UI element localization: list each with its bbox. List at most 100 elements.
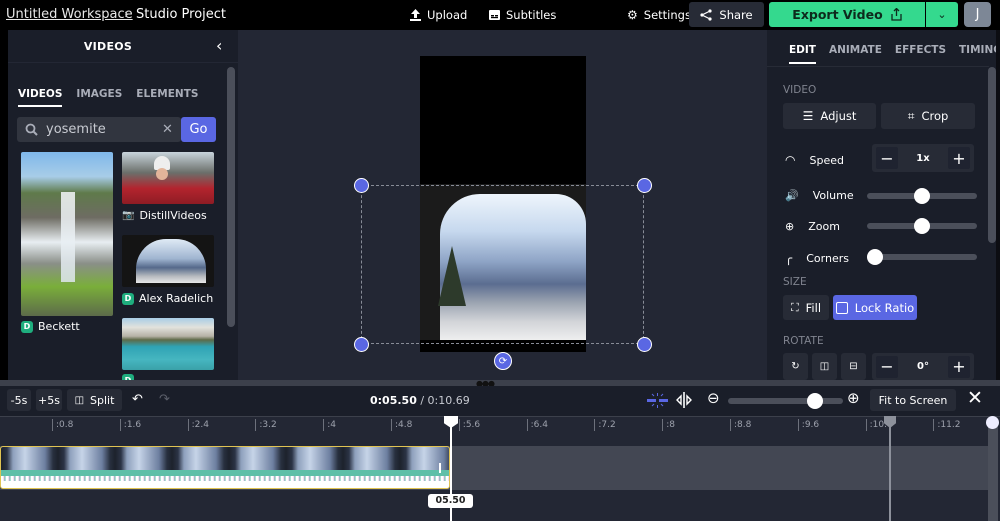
upload-button[interactable]: Upload (410, 0, 467, 30)
tab-timing[interactable]: TIMING (959, 44, 1000, 64)
tab-elements[interactable]: ELEMENTS (136, 88, 198, 107)
tab-images[interactable]: IMAGES (76, 88, 122, 107)
rotate-handle[interactable]: ⟳ (494, 352, 512, 370)
undo-icon[interactable]: ↶ (132, 392, 143, 407)
skip-back-5s-button[interactable]: -5s (7, 389, 31, 411)
export-video-button[interactable]: Export Video (769, 2, 925, 27)
redo-icon[interactable]: ↷ (159, 392, 170, 407)
resize-handle-bottom-left[interactable] (354, 337, 369, 352)
corners-slider-knob[interactable] (867, 249, 883, 265)
breadcrumb-separator: › (124, 7, 129, 21)
video-thumbnail-person[interactable] (122, 152, 214, 204)
tab-edit[interactable]: EDIT (789, 44, 816, 64)
subtitles-button[interactable]: Subtitles (489, 0, 556, 30)
rotation-increase-button[interactable]: + (948, 355, 970, 378)
video-clip[interactable] (0, 446, 450, 489)
export-options-dropdown[interactable]: ⌄ (926, 2, 958, 27)
search-box: ✕ (17, 117, 181, 142)
tab-animate[interactable]: ANIMATE (829, 44, 882, 64)
tab-videos[interactable]: VIDEOS (18, 88, 63, 107)
ruler-tick: :8.8 (730, 419, 751, 431)
close-timeline-icon[interactable]: ✕ (967, 387, 983, 409)
timeline-scroll-knob[interactable] (986, 416, 999, 429)
section-video: VIDEO (783, 84, 817, 96)
resize-handle-bottom-right[interactable] (637, 337, 652, 352)
flip-vertical-button[interactable]: ⊟ (841, 353, 866, 380)
go-button[interactable]: Go (181, 117, 216, 142)
time-ruler[interactable]: :0.8:1.6:2.4:3.2:4:4.8:5.6:6.4:7.2:8:8.8… (0, 416, 1000, 432)
breadcrumb-workspace[interactable]: Untitled Workspace (6, 7, 133, 22)
volume-slider-knob[interactable] (914, 188, 930, 204)
ruler-tick: :5.6 (458, 419, 480, 431)
collapse-panel-icon[interactable]: ‹ (216, 36, 222, 55)
section-rotate: ROTATE (783, 335, 824, 347)
rotate-button[interactable]: ↻ (783, 353, 808, 380)
audio-waveform-detail (1, 476, 449, 481)
camera-icon: 📷 (122, 210, 135, 221)
flip-horizontal-button[interactable]: ◫ (812, 353, 837, 380)
properties-panel: EDIT ANIMATE EFFECTS TIMING VIDEO ☰ Adju… (767, 30, 1000, 380)
zoom-slider[interactable] (867, 218, 977, 234)
clear-search-icon[interactable]: ✕ (162, 122, 173, 137)
skip-forward-5s-button[interactable]: +5s (36, 389, 62, 411)
ruler-tick: :2.4 (187, 419, 209, 431)
user-avatar[interactable]: J (964, 2, 991, 27)
video-thumbnail-waterfall[interactable] (21, 152, 113, 316)
zoom-in-icon[interactable]: ⊕ (847, 389, 860, 407)
corners-row: ╭ Corners (785, 251, 849, 265)
corner-radius-icon: ╭ (785, 251, 793, 265)
zoom-in-icon: ⊕ (785, 220, 795, 233)
adjust-button[interactable]: ☰ Adjust (783, 103, 876, 129)
video-thumbnail-tunnel[interactable] (122, 235, 214, 287)
top-bar: Untitled Workspace › Studio Project Uplo… (0, 0, 1000, 30)
current-time: 0:05.50 (370, 394, 417, 407)
subtitles-label: Subtitles (506, 8, 557, 22)
waterfall (61, 192, 75, 282)
clip-trim-handle[interactable] (439, 463, 441, 473)
crop-icon: ⌗ (907, 108, 915, 123)
fit-to-screen-button[interactable]: Fit to Screen (870, 389, 956, 411)
tab-effects[interactable]: EFFECTS (895, 44, 946, 64)
panel-scrollbar[interactable] (988, 67, 996, 243)
fill-button[interactable]: ⛶ Fill (783, 295, 829, 320)
playhead-time-label: 05.50 (428, 494, 473, 508)
sliders-icon: ☰ (802, 109, 814, 123)
divider (8, 62, 238, 63)
panel-scrollbar[interactable] (227, 67, 235, 327)
upload-label: Upload (427, 8, 468, 22)
chevron-down-icon: ⌄ (937, 8, 947, 21)
end-marker[interactable] (889, 416, 891, 521)
export-icon (891, 8, 902, 21)
subtitles-icon (489, 10, 500, 20)
total-time: / 0:10.69 (420, 394, 470, 407)
split-button[interactable]: ◫ Split (67, 389, 122, 411)
timeline-zoom-knob[interactable] (807, 393, 824, 409)
timeline-zoom-slider[interactable] (728, 393, 843, 409)
project-title[interactable]: Studio Project (136, 7, 226, 22)
ruler-tick: :4.8 (391, 419, 412, 431)
zoom-slider-knob[interactable] (914, 218, 930, 234)
snap-icon[interactable] (646, 392, 670, 408)
video-thumbnail-lake[interactable] (122, 318, 214, 370)
volume-slider[interactable] (867, 188, 977, 204)
selection-box[interactable] (361, 185, 644, 344)
search-input[interactable] (46, 122, 154, 137)
zoom-out-icon[interactable]: ⊖ (707, 389, 720, 407)
lock-ratio-button[interactable]: Lock Ratio (833, 295, 917, 320)
speed-decrease-button[interactable]: − (876, 147, 898, 169)
speed-increase-button[interactable]: + (947, 147, 970, 169)
crop-button[interactable]: ⌗ Crop (881, 103, 975, 129)
split-at-playhead-icon[interactable] (675, 391, 693, 409)
resize-handle-top-left[interactable] (354, 178, 369, 193)
share-button[interactable]: Share (689, 2, 764, 27)
settings-button[interactable]: ⚙ Settings (627, 0, 691, 30)
ruler-tick: :0.8 (52, 419, 73, 431)
export-label: Export Video (792, 7, 883, 22)
resize-handle-top-right[interactable] (637, 178, 652, 193)
corners-slider[interactable] (867, 249, 977, 265)
ruler-tick: :11.2 (933, 419, 960, 431)
timeline-scrollbar[interactable] (988, 420, 998, 521)
search-icon (25, 123, 38, 136)
speedometer-icon: ◠ (785, 153, 796, 167)
rotation-decrease-button[interactable]: − (876, 355, 898, 378)
